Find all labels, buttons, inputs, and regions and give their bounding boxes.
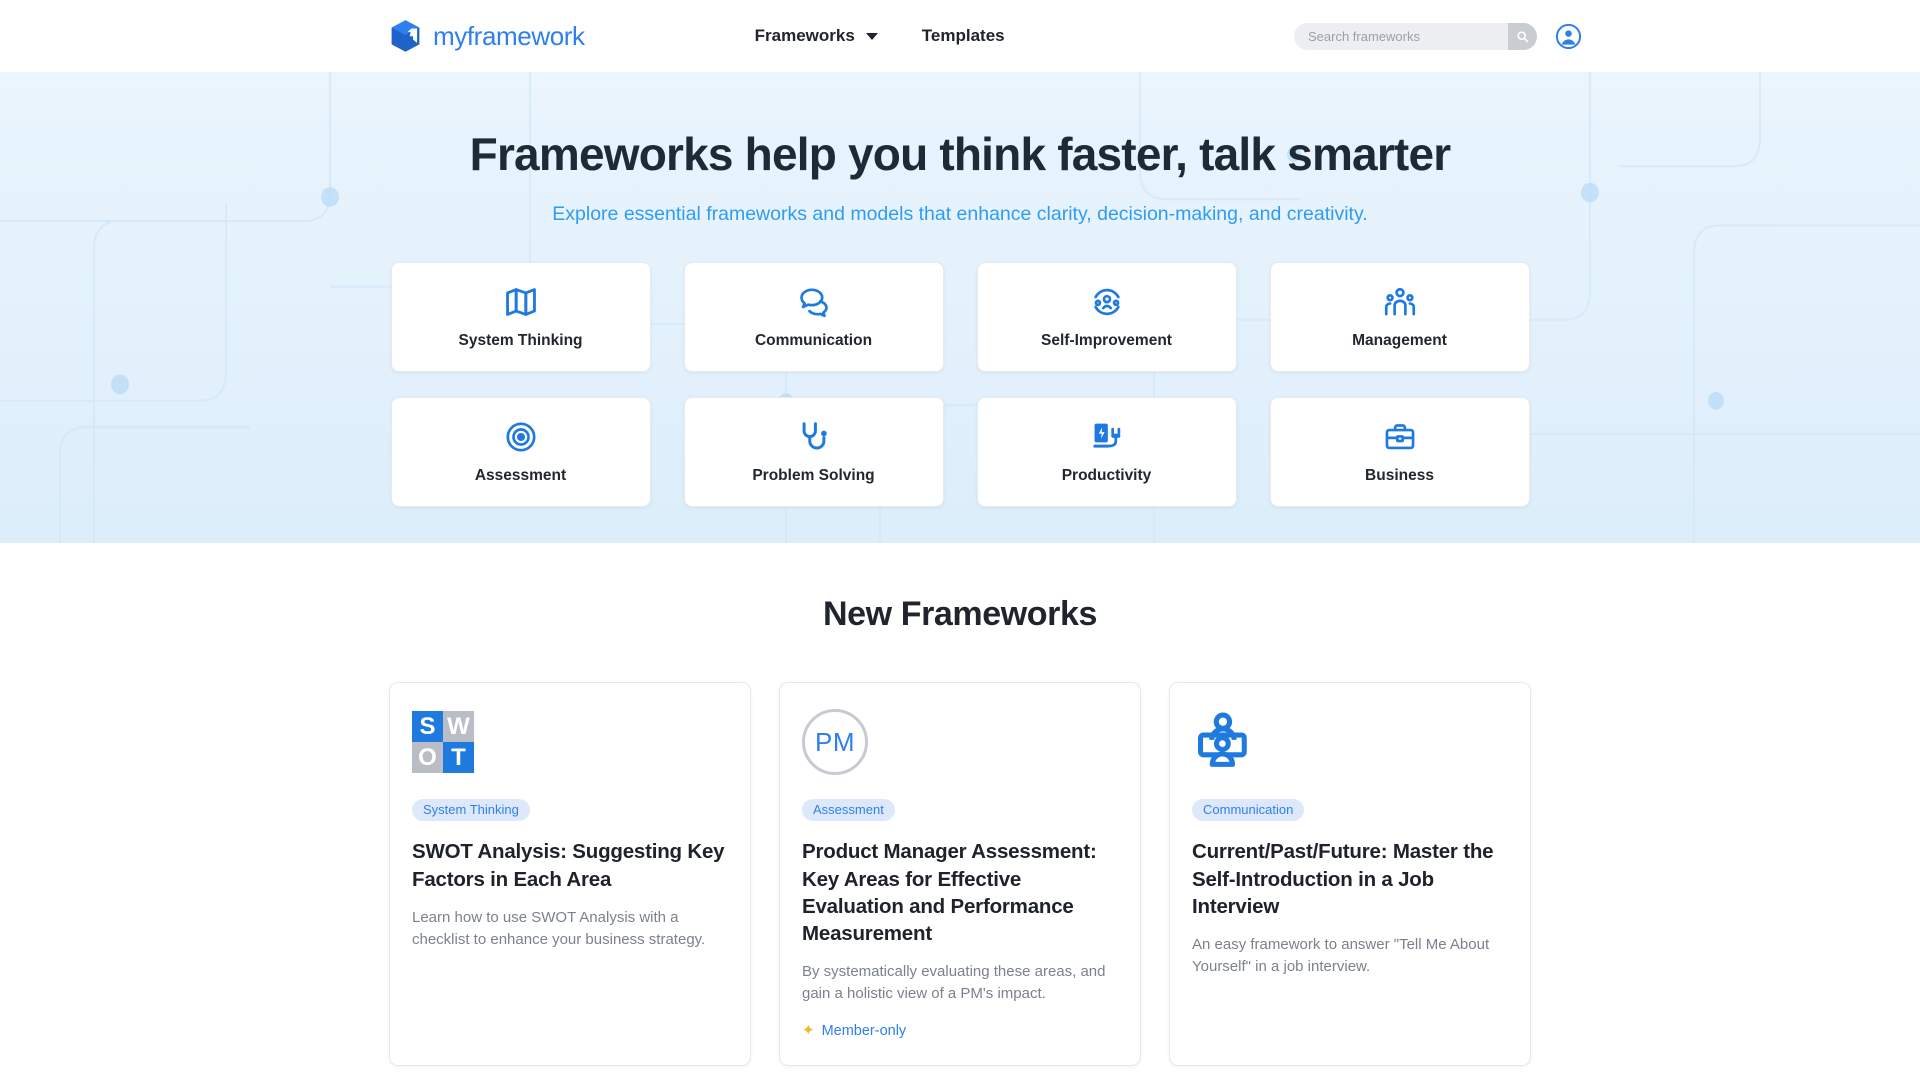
new-frameworks-section: New Frameworks S W O T System Thinking S…: [0, 543, 1920, 1080]
search-icon: [1517, 30, 1529, 42]
framework-thumbnail: [1192, 709, 1508, 775]
category-label: Business: [1365, 466, 1434, 484]
category-tag[interactable]: System Thinking: [412, 799, 530, 822]
category-label: Self-Improvement: [1041, 331, 1172, 349]
charging-station-icon: [1092, 423, 1120, 448]
target-icon: [505, 422, 536, 452]
category-card-business[interactable]: Business: [1269, 397, 1530, 508]
search-box[interactable]: [1294, 22, 1537, 50]
category-card-system-thinking[interactable]: System Thinking: [390, 262, 651, 373]
section-title: New Frameworks: [822, 595, 1098, 634]
account-circle-icon[interactable]: [1555, 23, 1582, 50]
page-title: Frameworks help you think faster, talk s…: [469, 128, 1451, 180]
framework-card-grid: S W O T System Thinking SWOT Analysis: S…: [389, 682, 1531, 1080]
framework-card[interactable]: S W O T System Thinking SWOT Analysis: S…: [389, 682, 751, 1066]
swot-letter-t: T: [443, 742, 474, 774]
cube-logo-icon: [391, 20, 420, 52]
nav-item-templates[interactable]: Templates: [922, 26, 1005, 46]
category-label: Assessment: [474, 466, 567, 484]
self-improvement-icon: [1093, 288, 1120, 315]
category-label: Management: [1352, 331, 1447, 349]
category-card-communication[interactable]: Communication: [683, 262, 944, 373]
search-input[interactable]: [1294, 28, 1508, 44]
category-tag[interactable]: Assessment: [802, 799, 895, 822]
framework-thumbnail: PM: [802, 709, 1118, 776]
hero-section: Frameworks help you think faster, talk s…: [0, 72, 1920, 544]
swot-grid-icon: S W O T: [412, 711, 474, 774]
brand-name: myframework: [433, 20, 585, 51]
people-group-icon: [1384, 287, 1415, 316]
framework-description: Learn how to use SWOT Analysis with a ch…: [412, 908, 706, 948]
category-card-assessment[interactable]: Assessment: [390, 397, 651, 508]
swot-letter-w: W: [443, 711, 474, 743]
framework-thumbnail: S W O T: [412, 709, 728, 775]
search-button[interactable]: [1508, 22, 1537, 50]
swot-letter-o: O: [412, 742, 443, 774]
framework-title: SWOT Analysis: Suggesting Key Factors in…: [412, 840, 725, 891]
nav-item-templates-label: Templates: [921, 26, 1005, 45]
framework-title: Product Manager Assessment: Key Areas fo…: [802, 840, 1097, 946]
sparkle-icon: ✦: [802, 1022, 815, 1040]
site-header: myframework Frameworks Templates: [0, 0, 1920, 72]
framework-card[interactable]: Communication Current/Past/Future: Maste…: [1169, 682, 1531, 1066]
category-label: Productivity: [1061, 466, 1152, 484]
hero-subtitle: Explore essential frameworks and models …: [552, 203, 1368, 226]
interview-person-icon: [1198, 712, 1247, 768]
briefcase-icon: [1385, 423, 1414, 450]
chat-bubbles-icon: [799, 288, 828, 317]
nav-item-frameworks-label: Frameworks: [754, 26, 855, 45]
map-icon: [505, 287, 536, 316]
member-only-label: Member-only: [821, 1022, 907, 1039]
nav-item-frameworks[interactable]: Frameworks: [755, 26, 878, 46]
framework-description: By systematically evaluating these areas…: [802, 963, 1106, 1003]
framework-title: Current/Past/Future: Master the Self-Int…: [1192, 840, 1494, 918]
category-label: Problem Solving: [752, 466, 875, 484]
framework-description: An easy framework to answer "Tell Me Abo…: [1192, 936, 1490, 975]
category-label: Communication: [754, 331, 873, 349]
pm-circle-icon: PM: [802, 709, 868, 776]
chevron-down-icon: [865, 32, 878, 40]
header-actions: [1294, 22, 1582, 50]
category-card-self-improvement[interactable]: Self-Improvement: [976, 262, 1237, 373]
stethoscope-icon: [802, 421, 827, 450]
category-label: System Thinking: [458, 331, 583, 349]
swot-letter-s: S: [412, 711, 443, 743]
member-only-badge: ✦ Member-only: [802, 1005, 1118, 1039]
category-card-problem-solving[interactable]: Problem Solving: [683, 397, 944, 508]
brand-logo[interactable]: myframework: [390, 19, 585, 53]
framework-card[interactable]: PM Assessment Product Manager Assessment…: [779, 682, 1141, 1066]
category-card-management[interactable]: Management: [1269, 262, 1530, 373]
category-grid: System Thinking Communication Self-Impro…: [389, 262, 1531, 508]
main-nav: Frameworks Templates: [755, 26, 1005, 46]
category-tag[interactable]: Communication: [1192, 799, 1305, 822]
category-card-productivity[interactable]: Productivity: [976, 397, 1237, 508]
